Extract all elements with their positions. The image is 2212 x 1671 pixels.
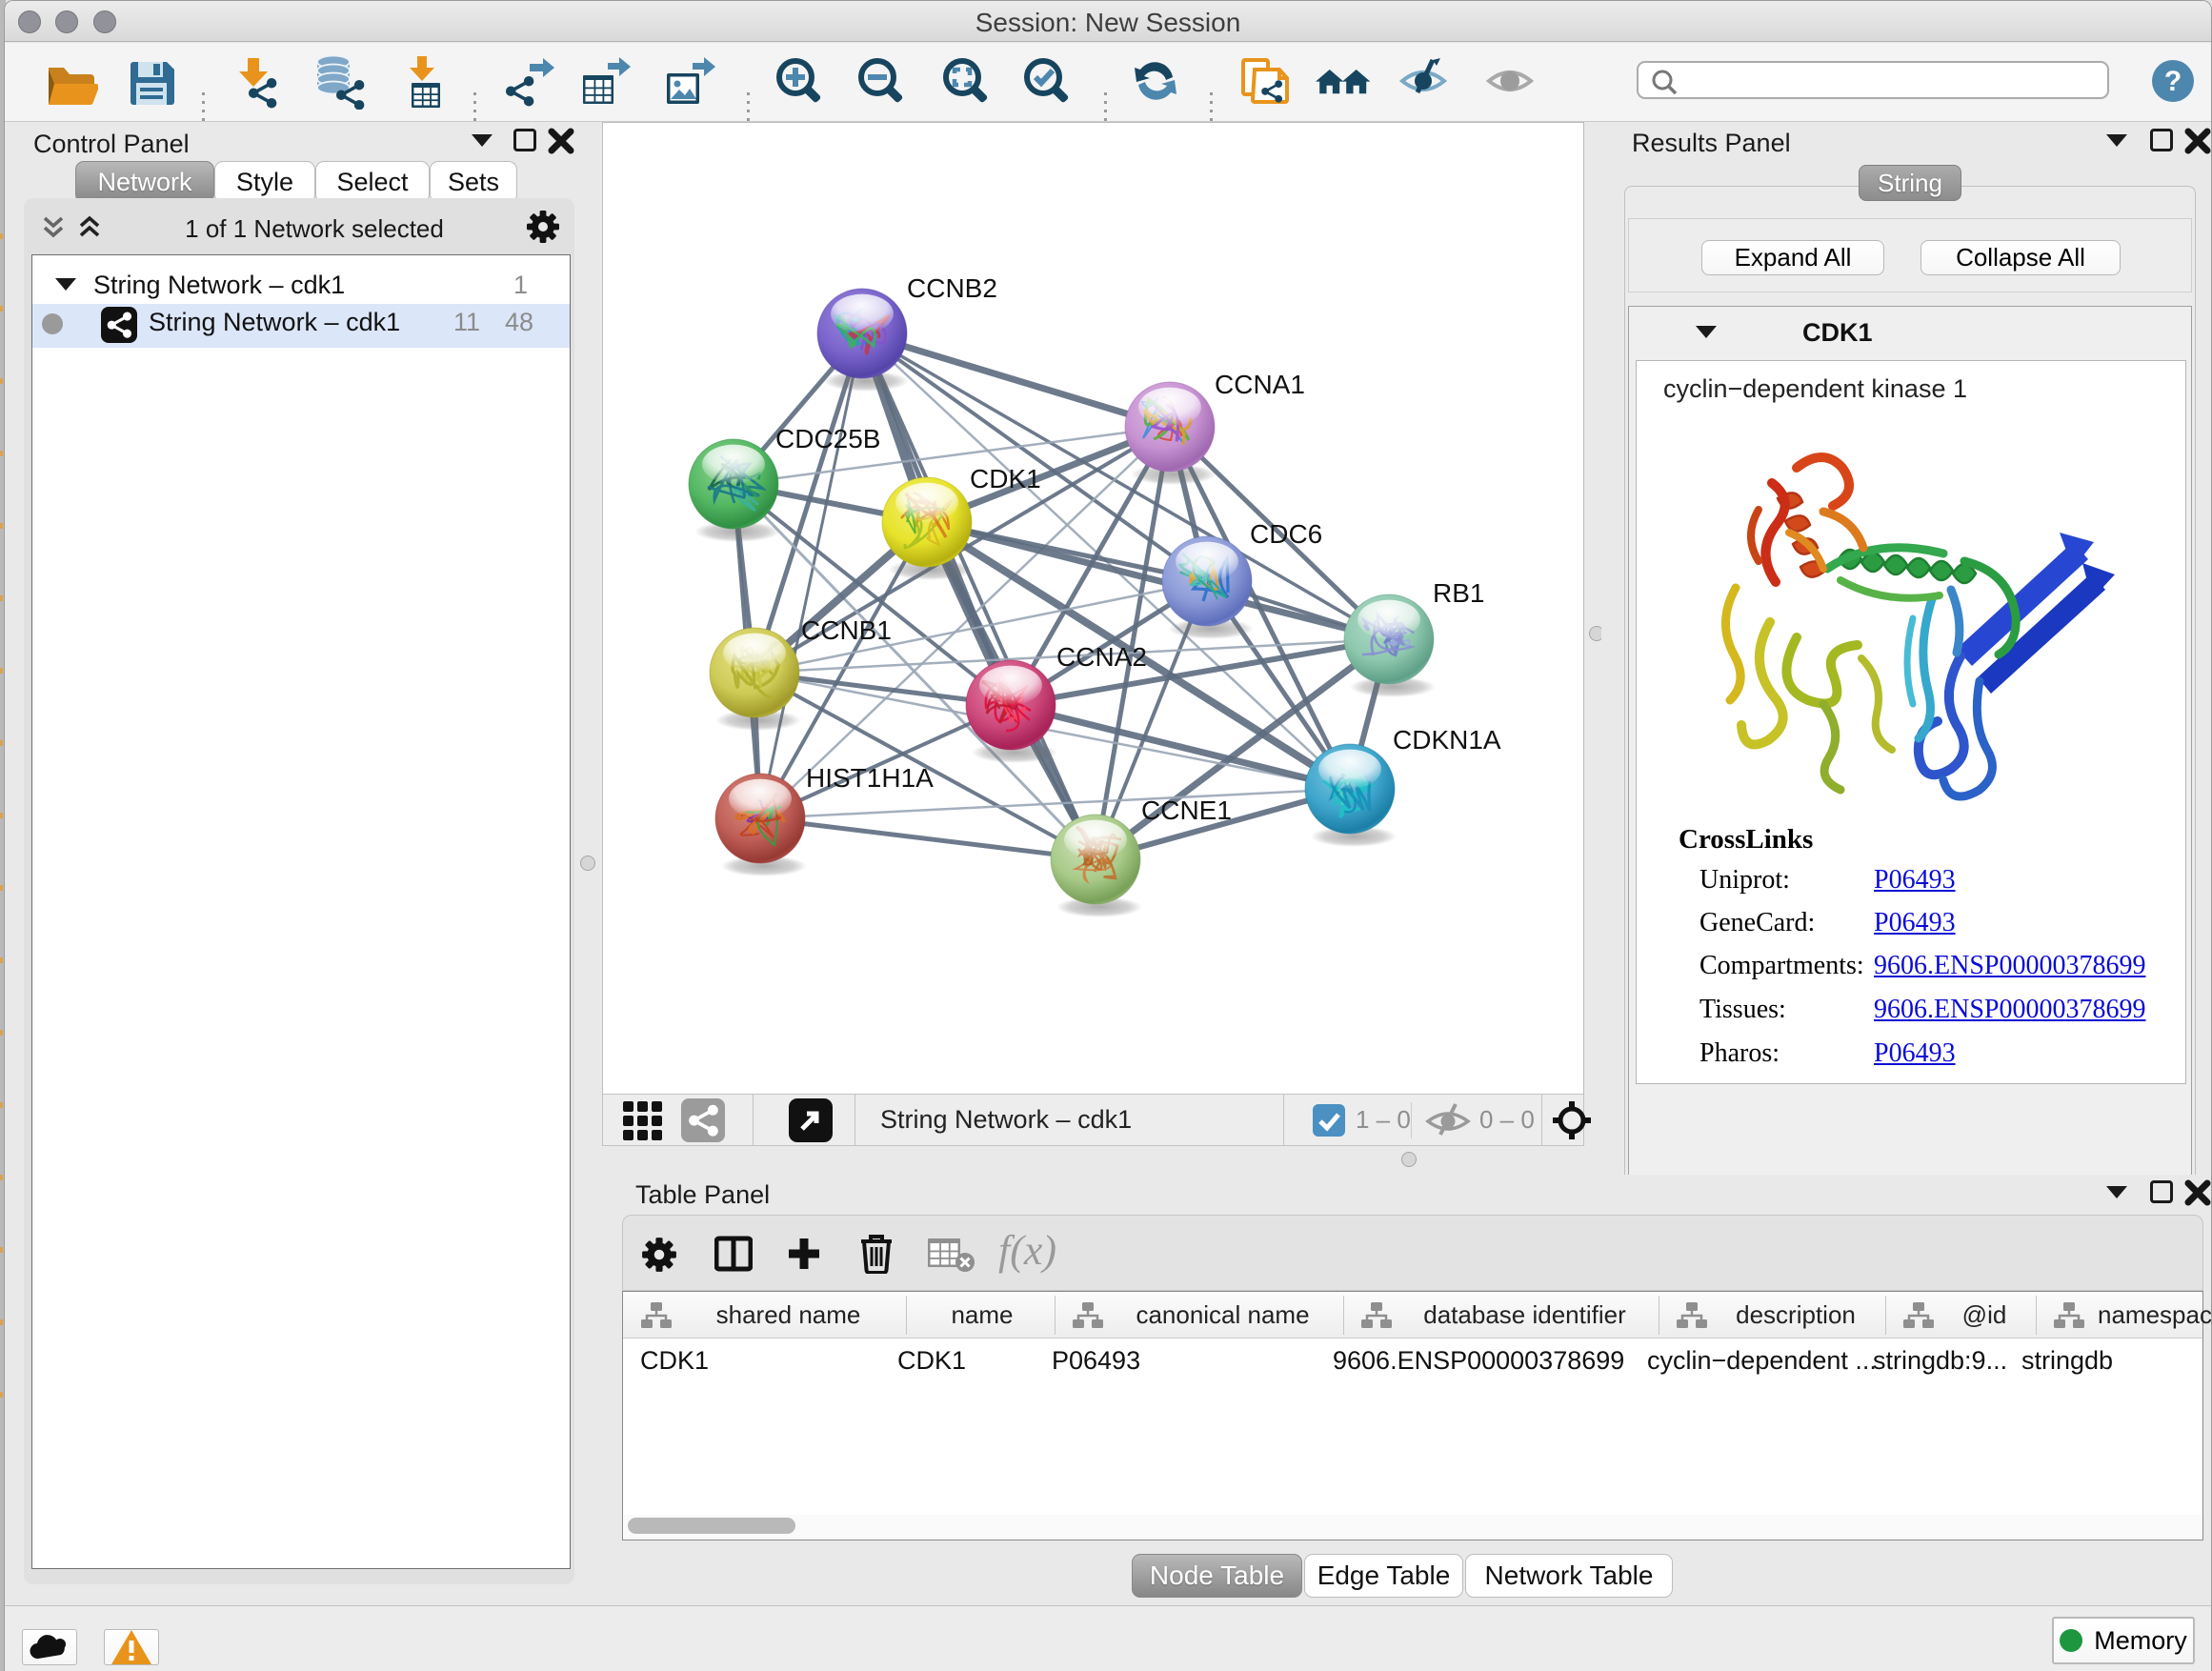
svg-text:f(x): f(x) xyxy=(998,1228,1056,1274)
svg-text:CDKN1A: CDKN1A xyxy=(1393,725,1501,755)
svg-text:CCNB1: CCNB1 xyxy=(801,615,892,645)
svg-text:CCNA2: CCNA2 xyxy=(1056,642,1147,672)
svg-text:RB1: RB1 xyxy=(1433,578,1484,608)
svg-text:CDC6: CDC6 xyxy=(1250,519,1322,549)
svg-text:CDK1: CDK1 xyxy=(970,464,1041,493)
svg-text:CCNA1: CCNA1 xyxy=(1215,370,1305,399)
svg-text:HIST1H1A: HIST1H1A xyxy=(806,763,934,793)
svg-text:?: ? xyxy=(2164,66,2182,97)
svg-text:CDC25B: CDC25B xyxy=(775,424,880,453)
svg-text:CCNB2: CCNB2 xyxy=(907,273,997,303)
svg-text:CCNE1: CCNE1 xyxy=(1141,795,1232,825)
